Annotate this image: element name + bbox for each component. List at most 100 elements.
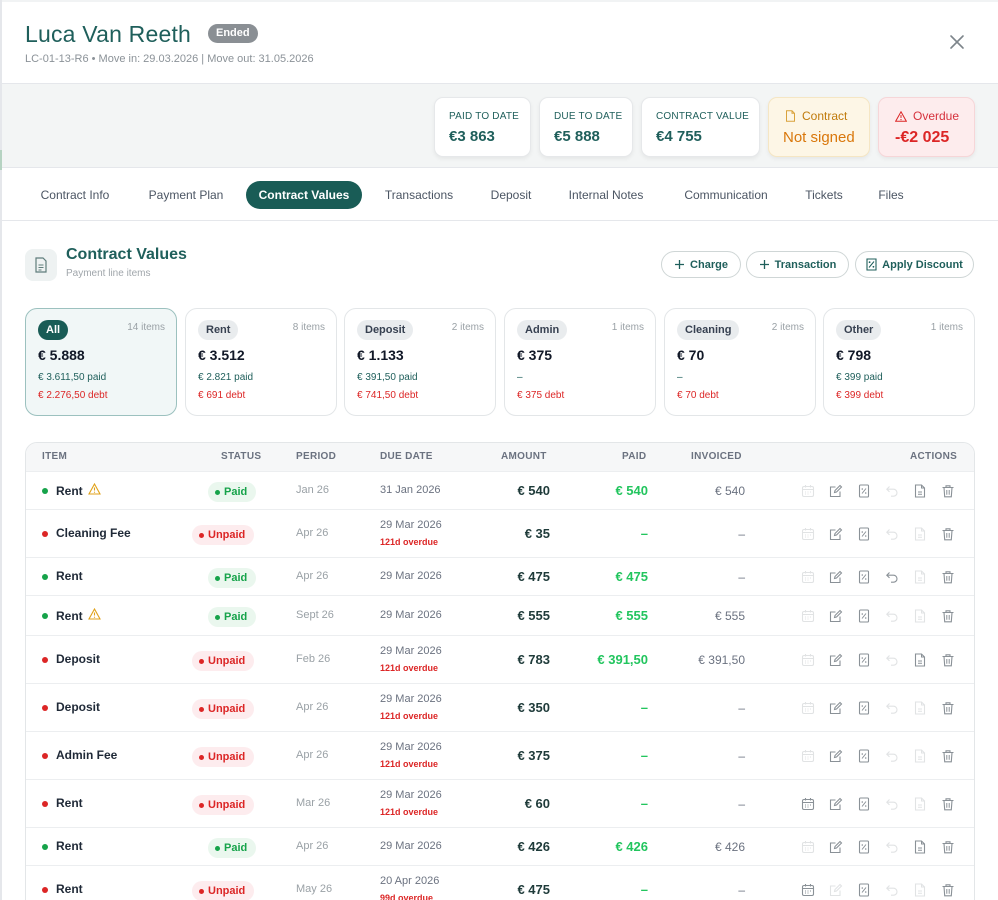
invoice-icon[interactable] <box>854 524 873 543</box>
add-transaction-button[interactable]: Transaction <box>746 251 849 278</box>
undo-icon[interactable] <box>882 746 901 765</box>
status-text: Paid <box>224 572 248 584</box>
tab-bar: Contract Info Payment Plan Contract Valu… <box>2 168 998 221</box>
edit-icon[interactable] <box>826 837 845 856</box>
undo-icon[interactable] <box>882 567 901 586</box>
edit-icon[interactable] <box>826 698 845 717</box>
trash-icon[interactable] <box>938 837 957 856</box>
trash-icon[interactable] <box>938 880 957 899</box>
table-row[interactable]: Admin Fee Unpaid Apr 26 29 Mar 2026 121d ove… <box>26 731 974 779</box>
calendar-icon[interactable] <box>798 880 817 899</box>
tab-transactions[interactable]: Transactions <box>374 181 464 209</box>
table-row[interactable]: Rent Paid Jan 26 31 Jan 2026 € 540 € 540 € 540 <box>26 471 974 509</box>
tab-payment-plan[interactable]: Payment Plan <box>136 181 236 209</box>
table-row[interactable]: Rent Paid Apr 26 29 Mar 2026 € 475 € 475 – <box>26 557 974 595</box>
undo-icon[interactable] <box>882 794 901 813</box>
table-row[interactable]: Cleaning Fee Unpaid Apr 26 29 Mar 2026 121d … <box>26 509 974 557</box>
edit-icon[interactable] <box>826 524 845 543</box>
trash-icon[interactable] <box>938 524 957 543</box>
category-card-admin[interactable]: Admin 1 items € 375 – € 375 debt <box>504 308 656 416</box>
tab-deposit[interactable]: Deposit <box>480 181 542 209</box>
invoice-icon[interactable] <box>854 567 873 586</box>
calendar-icon[interactable] <box>798 567 817 586</box>
calendar-icon[interactable] <box>798 524 817 543</box>
category-card-deposit[interactable]: Deposit 2 items € 1.133 € 391,50 paid € … <box>344 308 496 416</box>
overdue-value: -€2 025 <box>895 129 950 146</box>
tab-files[interactable]: Files <box>868 181 914 209</box>
category-card-rent[interactable]: Rent 8 items € 3.512 € 2.821 paid € 691 … <box>185 308 337 416</box>
calendar-icon[interactable] <box>798 794 817 813</box>
table-row[interactable]: Rent Unpaid Mar 26 29 Mar 2026 121d overdue €… <box>26 779 974 827</box>
category-card-cleaning[interactable]: Cleaning 2 items € 70 – € 70 debt <box>664 308 816 416</box>
add-charge-button[interactable]: Charge <box>661 251 741 278</box>
undo-icon[interactable] <box>882 481 901 500</box>
trash-icon[interactable] <box>938 794 957 813</box>
undo-icon[interactable] <box>882 524 901 543</box>
file-icon[interactable] <box>910 481 929 500</box>
edit-icon[interactable] <box>826 794 845 813</box>
invoice-icon[interactable] <box>854 650 873 669</box>
undo-icon[interactable] <box>882 880 901 899</box>
category-card-other[interactable]: Other 1 items € 798 € 399 paid € 399 deb… <box>823 308 975 416</box>
trash-icon[interactable] <box>938 567 957 586</box>
trash-icon[interactable] <box>938 650 957 669</box>
overdue-card[interactable]: Overdue -€2 025 <box>878 97 975 157</box>
file-icon[interactable] <box>910 880 929 899</box>
period: May 26 <box>296 883 333 895</box>
calendar-icon[interactable] <box>798 481 817 500</box>
invoice-icon[interactable] <box>854 880 873 899</box>
trash-icon[interactable] <box>938 606 957 625</box>
invoice-icon[interactable] <box>854 606 873 625</box>
undo-icon[interactable] <box>882 606 901 625</box>
edit-icon[interactable] <box>826 567 845 586</box>
file-icon[interactable] <box>910 606 929 625</box>
calendar-icon[interactable] <box>798 650 817 669</box>
invoice-icon[interactable] <box>854 698 873 717</box>
tab-tickets[interactable]: Tickets <box>796 181 852 209</box>
undo-icon[interactable] <box>882 698 901 717</box>
undo-icon[interactable] <box>882 650 901 669</box>
invoice-icon[interactable] <box>854 746 873 765</box>
item-label: Rent <box>56 569 83 583</box>
calendar-icon[interactable] <box>798 606 817 625</box>
file-icon[interactable] <box>910 650 929 669</box>
calendar-icon[interactable] <box>798 837 817 856</box>
edit-icon[interactable] <box>826 746 845 765</box>
trash-icon[interactable] <box>938 698 957 717</box>
edit-icon[interactable] <box>826 650 845 669</box>
contract-status-card[interactable]: Contract Not signed <box>768 97 870 157</box>
calendar-icon[interactable] <box>798 746 817 765</box>
tab-contract-info[interactable]: Contract Info <box>26 181 124 209</box>
file-icon[interactable] <box>910 524 929 543</box>
table-row[interactable]: Deposit Unpaid Apr 26 29 Mar 2026 121d overd… <box>26 683 974 731</box>
apply-discount-button[interactable]: Apply Discount <box>855 251 974 278</box>
calendar-icon[interactable] <box>798 698 817 717</box>
trash-icon[interactable] <box>938 746 957 765</box>
close-icon[interactable] <box>946 31 968 53</box>
file-icon[interactable] <box>910 567 929 586</box>
table-row[interactable]: Rent Paid Apr 26 29 Mar 2026 € 426 € 426 € 426 <box>26 827 974 865</box>
tab-contract-values[interactable]: Contract Values <box>246 181 362 209</box>
category-paid: – <box>517 372 523 383</box>
trash-icon[interactable] <box>938 481 957 500</box>
file-icon[interactable] <box>910 794 929 813</box>
edit-icon[interactable] <box>826 606 845 625</box>
invoice-icon[interactable] <box>854 794 873 813</box>
category-count: 2 items <box>771 322 804 333</box>
file-icon[interactable] <box>910 698 929 717</box>
invoice-icon[interactable] <box>854 481 873 500</box>
table-row[interactable]: Rent Paid Sept 26 29 Mar 2026 € 555 € 555 € 55… <box>26 595 974 635</box>
edit-icon[interactable] <box>826 880 845 899</box>
file-icon[interactable] <box>910 837 929 856</box>
status-badge: Paid <box>208 838 257 858</box>
invoice-icon[interactable] <box>854 837 873 856</box>
undo-icon[interactable] <box>882 837 901 856</box>
edit-icon[interactable] <box>826 481 845 500</box>
file-icon[interactable] <box>910 746 929 765</box>
tab-internal-notes[interactable]: Internal Notes <box>556 181 656 209</box>
category-card-all[interactable]: All 14 items € 5.888 € 3.611,50 paid € 2… <box>25 308 177 416</box>
tab-communication[interactable]: Communication <box>672 181 780 209</box>
table-row[interactable]: Deposit Unpaid Feb 26 29 Mar 2026 121d overd… <box>26 635 974 683</box>
table-row[interactable]: Rent Unpaid May 26 20 Apr 2026 99d overdue € … <box>26 865 974 900</box>
amount: € 555 <box>517 608 550 623</box>
